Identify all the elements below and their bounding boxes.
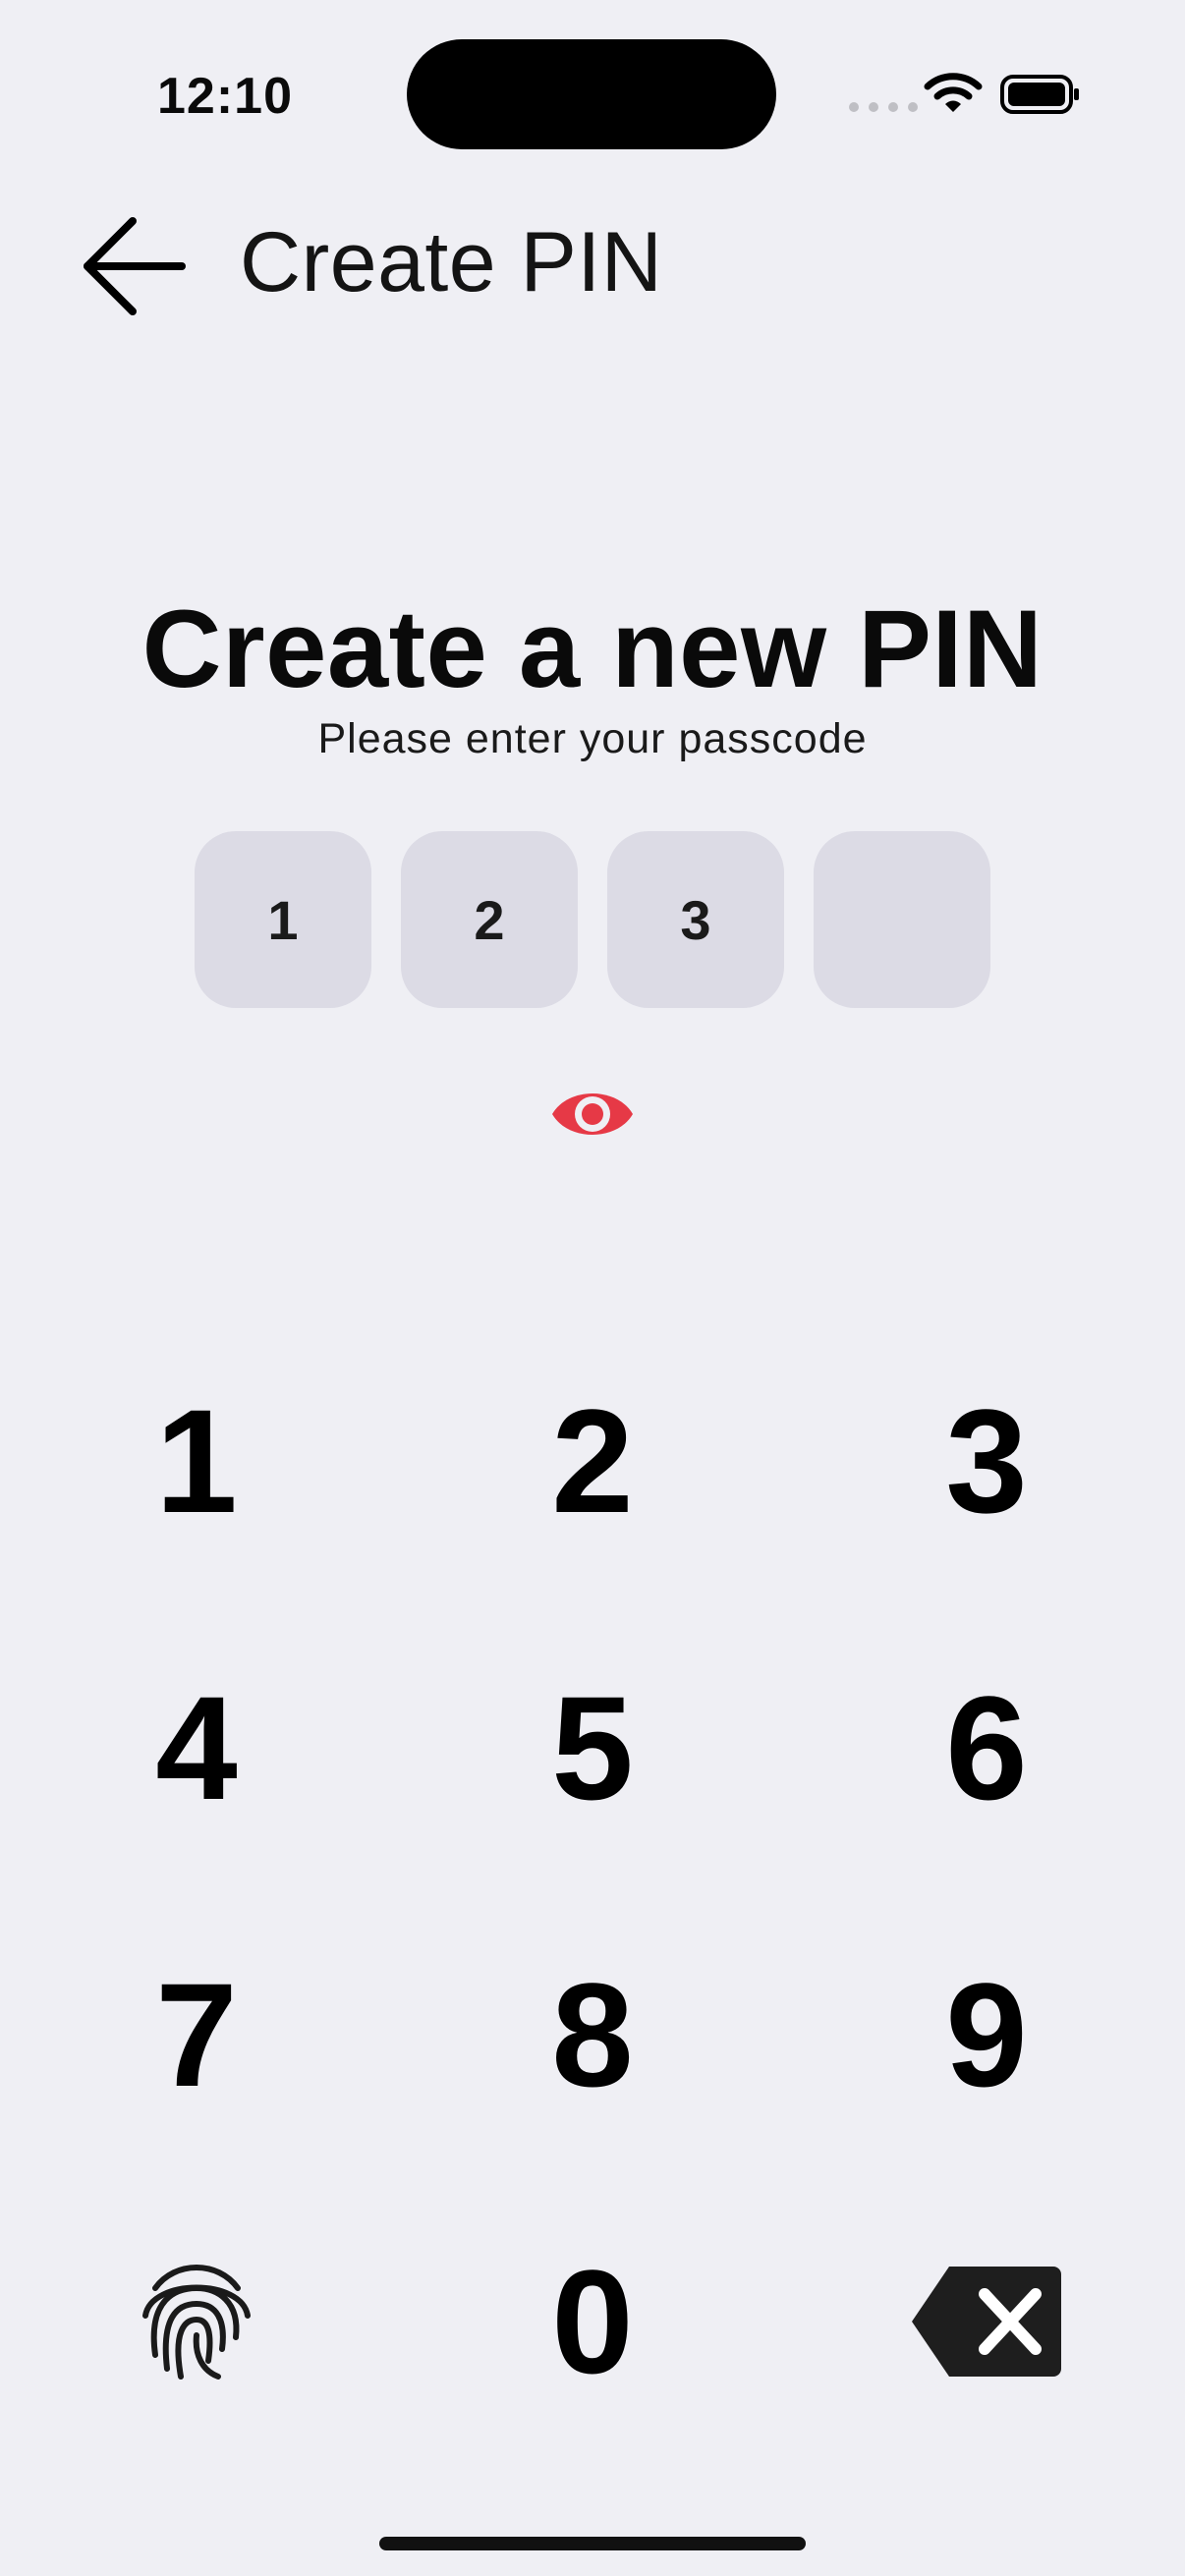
keypad-key-7[interactable]: 7 xyxy=(98,1951,295,2118)
pin-input-row: 1 2 3 xyxy=(195,831,990,1008)
delete-button[interactable] xyxy=(888,2238,1085,2405)
keypad-key-4[interactable]: 4 xyxy=(98,1664,295,1831)
keypad-key-0[interactable]: 0 xyxy=(494,2238,691,2405)
keypad-key-8[interactable]: 8 xyxy=(494,1951,691,2118)
keypad-key-3[interactable]: 3 xyxy=(888,1377,1085,1544)
battery-icon xyxy=(1000,75,1079,114)
keypad-key-6[interactable]: 6 xyxy=(888,1664,1085,1831)
keypad-key-2[interactable]: 2 xyxy=(494,1377,691,1544)
fingerprint-icon xyxy=(142,2265,251,2380)
eye-icon xyxy=(552,1093,633,1135)
pin-digit-box[interactable]: 1 xyxy=(195,831,371,1008)
passcode-instruction: Please enter your passcode xyxy=(317,715,868,762)
pin-digit-box[interactable]: 2 xyxy=(401,831,578,1008)
create-pin-heading: Create a new PIN xyxy=(141,588,1044,710)
backspace-icon xyxy=(912,2267,1061,2377)
home-indicator[interactable] xyxy=(379,2537,806,2550)
wifi-icon xyxy=(924,73,983,112)
arrow-left-icon xyxy=(84,217,186,315)
page-title: Create PIN xyxy=(240,215,663,309)
status-time: 12:10 xyxy=(157,68,293,125)
pin-digit-box[interactable]: 3 xyxy=(607,831,784,1008)
fingerprint-button[interactable] xyxy=(98,2238,295,2405)
pin-digit-box[interactable] xyxy=(814,831,990,1008)
keypad-key-1[interactable]: 1 xyxy=(98,1377,295,1544)
toggle-pin-visibility-button[interactable] xyxy=(548,1075,637,1153)
dynamic-island xyxy=(407,39,776,149)
keypad-key-9[interactable]: 9 xyxy=(888,1951,1085,2118)
back-button[interactable] xyxy=(77,210,191,324)
keypad-key-5[interactable]: 5 xyxy=(494,1664,691,1831)
cellular-dots-icon xyxy=(849,102,918,112)
